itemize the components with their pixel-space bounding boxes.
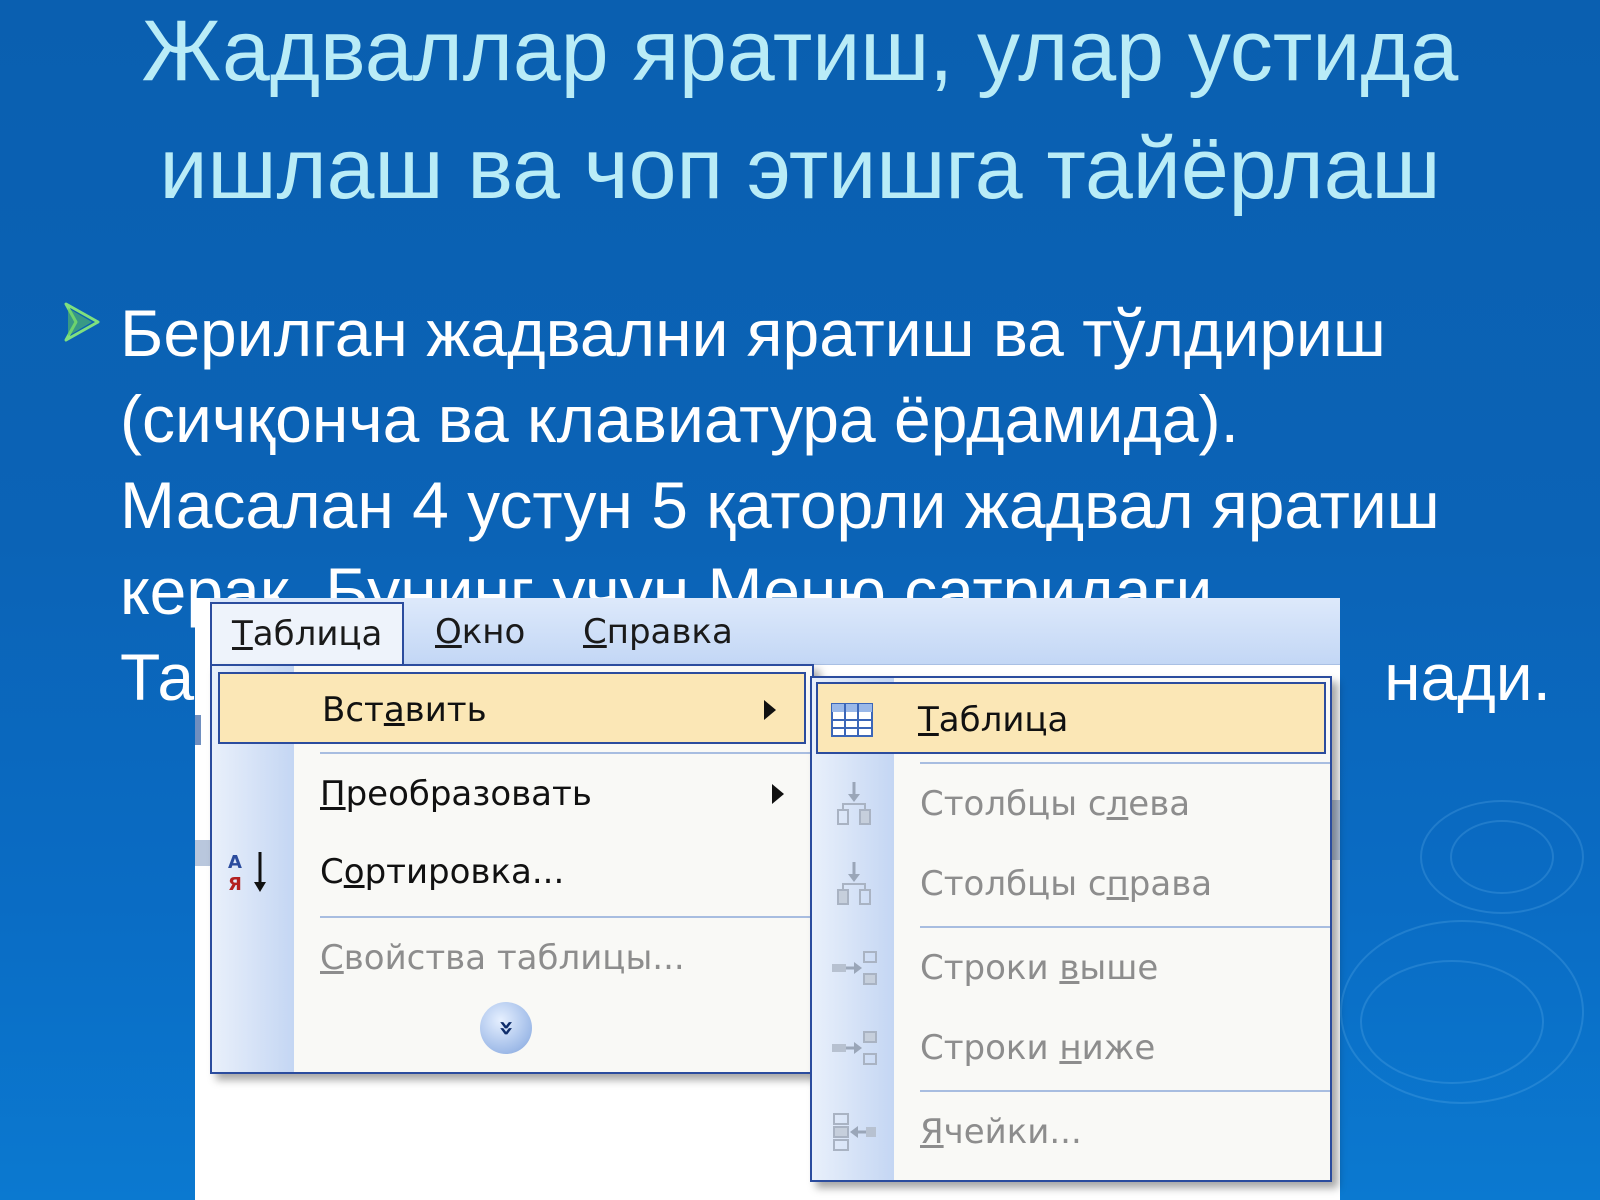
mnemonic: п bbox=[1106, 864, 1129, 904]
menubar-item-help[interactable]: Справка bbox=[583, 612, 733, 652]
menu-item-label: Строки выше bbox=[920, 932, 1158, 1004]
rows-below-icon bbox=[832, 1031, 877, 1065]
window-edge bbox=[195, 715, 201, 745]
ripple-decoration bbox=[1360, 960, 1544, 1084]
menu-item-convert[interactable]: Преобразовать bbox=[212, 758, 812, 830]
label-part: С bbox=[320, 852, 344, 892]
menu-item-table-properties[interactable]: Свойства таблицы... bbox=[212, 922, 812, 994]
label-part: Вст bbox=[322, 690, 384, 730]
label-part: рава bbox=[1128, 864, 1213, 904]
arrow-bullet-icon bbox=[64, 302, 100, 342]
slide-title: Жадваллар яратиш, улар устида ишлаш ва ч… bbox=[141, 3, 1459, 217]
sort-az-icon: А Я bbox=[228, 852, 266, 895]
menubar-item-table[interactable]: Таблица bbox=[210, 602, 405, 664]
menu-item-label: Столбцы справа bbox=[920, 848, 1212, 920]
menu-separator bbox=[920, 762, 1330, 764]
bullet-line-1: Берилган жадвални яратиш ва тўлдириш bbox=[120, 296, 1386, 370]
submenu-item-rows-below[interactable]: Строки ниже bbox=[812, 1012, 1330, 1084]
bullet-line-5-start: Та bbox=[120, 640, 195, 714]
insert-submenu: Таблица Столбцы слева Столбцы справа Стр… bbox=[810, 676, 1332, 1182]
mnemonic: в bbox=[1059, 948, 1080, 988]
expand-glyph: » bbox=[490, 1019, 521, 1037]
mnemonic: Я bbox=[920, 1112, 944, 1152]
mnemonic: Т bbox=[918, 700, 939, 740]
menu-item-label: Ячейки... bbox=[920, 1096, 1082, 1168]
menu-item-label: Сортировка... bbox=[320, 836, 564, 908]
rows-above-icon bbox=[832, 951, 877, 985]
mnemonic: л bbox=[1106, 784, 1129, 824]
menu-item-insert[interactable]: Вставить bbox=[218, 672, 806, 744]
label-part: Строки bbox=[920, 948, 1060, 988]
label-part: реобразовать bbox=[345, 774, 592, 814]
menu-item-label: Преобразовать bbox=[320, 758, 592, 830]
menu-separator bbox=[320, 916, 812, 918]
mnemonic: С bbox=[583, 612, 607, 652]
expand-chevrons-icon[interactable]: » bbox=[480, 1002, 532, 1054]
label-part: вить bbox=[404, 690, 487, 730]
columns-left-icon bbox=[837, 782, 871, 825]
mnemonic: С bbox=[320, 938, 344, 978]
label-part: аблица bbox=[938, 700, 1069, 740]
label-part: войства таблицы... bbox=[343, 938, 685, 978]
submenu-arrow-icon bbox=[772, 784, 784, 804]
label-part: иже bbox=[1081, 1028, 1156, 1068]
label-part: ева bbox=[1128, 784, 1191, 824]
label-part: Столбцы с bbox=[920, 784, 1107, 824]
menu-separator bbox=[320, 752, 812, 754]
menubar-item-label: правка bbox=[606, 612, 733, 652]
window-edge bbox=[195, 840, 211, 866]
menubar-item-label: аблица bbox=[252, 614, 383, 654]
submenu-item-columns-right[interactable]: Столбцы справа bbox=[812, 848, 1330, 920]
label-part: ртировка... bbox=[364, 852, 565, 892]
bullet-line-5-end: нади. bbox=[1384, 640, 1551, 714]
cells-icon bbox=[833, 1113, 876, 1151]
ripple-decoration bbox=[1420, 800, 1584, 914]
submenu-item-table[interactable]: Таблица bbox=[816, 682, 1326, 754]
mnemonic: а bbox=[383, 690, 405, 730]
label-part: Столбцы с bbox=[920, 864, 1107, 904]
insert-table-icon bbox=[831, 703, 873, 737]
submenu-item-cells[interactable]: Ячейки... bbox=[812, 1096, 1330, 1168]
menu-bar: Таблица Окно Справка bbox=[210, 598, 1340, 665]
svg-text:Я: Я bbox=[228, 874, 242, 895]
label-part: Строки bbox=[920, 1028, 1060, 1068]
svg-text:А: А bbox=[228, 852, 242, 873]
bullet-line-2: (сичқонча ва клавиатура ёрдамида). bbox=[120, 382, 1239, 456]
columns-right-icon bbox=[837, 862, 871, 905]
mnemonic: П bbox=[320, 774, 346, 814]
menu-separator bbox=[920, 926, 1330, 928]
table-menu: Вставить Преобразовать А Я Сортировка...… bbox=[210, 664, 814, 1074]
label-part: чейки... bbox=[943, 1112, 1082, 1152]
submenu-item-rows-above[interactable]: Строки выше bbox=[812, 932, 1330, 1004]
submenu-item-columns-left[interactable]: Столбцы слева bbox=[812, 768, 1330, 840]
menubar-item-window[interactable]: Окно bbox=[435, 612, 525, 652]
menu-item-label: Вставить bbox=[322, 674, 487, 746]
mnemonic: н bbox=[1059, 1028, 1082, 1068]
mnemonic: о bbox=[343, 852, 365, 892]
menu-item-sort[interactable]: А Я Сортировка... bbox=[212, 836, 812, 908]
label-part: ыше bbox=[1079, 948, 1159, 988]
menu-separator bbox=[920, 1090, 1330, 1092]
submenu-arrow-icon bbox=[764, 700, 776, 720]
menu-item-label: Строки ниже bbox=[920, 1012, 1155, 1084]
mnemonic: Т bbox=[232, 614, 253, 654]
menu-item-label: Свойства таблицы... bbox=[320, 922, 685, 994]
menubar-item-label: кно bbox=[461, 612, 526, 652]
bullet-line-3: Масалан 4 устун 5 қаторли жадвал яратиш bbox=[120, 468, 1440, 542]
menu-item-label: Таблица bbox=[918, 684, 1068, 756]
menu-item-label: Столбцы слева bbox=[920, 768, 1190, 840]
mnemonic: О bbox=[435, 612, 462, 652]
